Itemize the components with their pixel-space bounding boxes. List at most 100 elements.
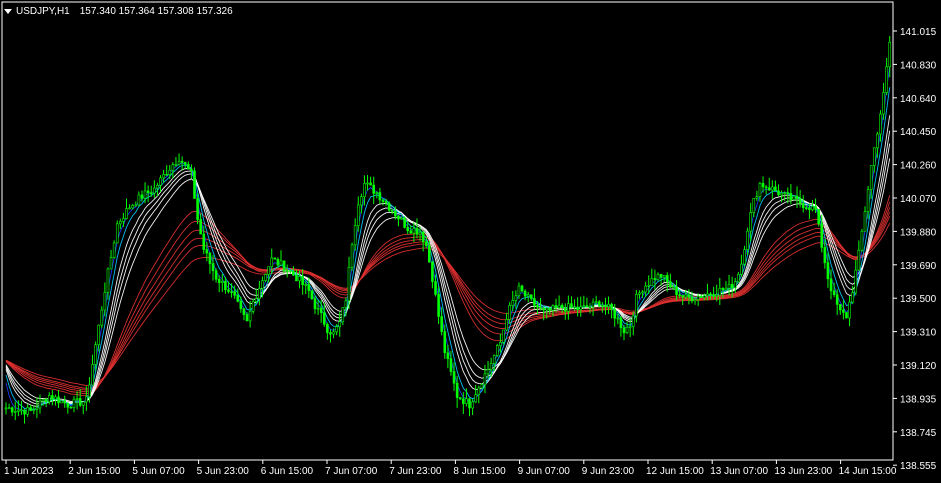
- candle-body: [221, 280, 224, 283]
- candle-body: [109, 257, 113, 270]
- candle-body: [143, 190, 147, 199]
- candle-body: [597, 301, 601, 307]
- candle-body: [78, 398, 82, 406]
- candle-body: [613, 309, 617, 319]
- candle-body: [885, 66, 888, 93]
- candle-body: [279, 260, 283, 266]
- x-tick-label: 8 Jun 15:00: [453, 466, 506, 477]
- candle-body: [687, 294, 691, 298]
- candle-body: [174, 164, 178, 166]
- candle-body: [72, 398, 76, 408]
- y-tick-label: 140.260: [900, 161, 937, 172]
- candle-body: [604, 304, 607, 307]
- chart-menu-triangle-icon[interactable]: [4, 8, 12, 14]
- candle-body: [730, 283, 734, 289]
- candle-body: [601, 304, 604, 307]
- candle-body: [363, 183, 366, 198]
- candle-body: [755, 196, 759, 199]
- candle-body: [514, 295, 518, 301]
- candle-body: [480, 384, 484, 389]
- candle-body: [777, 190, 780, 196]
- candle-body: [91, 364, 94, 386]
- candle-body: [233, 291, 236, 296]
- candle-body: [523, 290, 527, 297]
- candle-body: [326, 324, 329, 333]
- candle-body: [137, 194, 141, 206]
- candle-body: [582, 305, 586, 308]
- candle-body: [149, 192, 153, 195]
- x-tick-label: 14 Jun 15:00: [839, 466, 897, 477]
- candle-body: [588, 306, 592, 309]
- candle-body: [737, 274, 740, 282]
- candle-body: [146, 190, 150, 194]
- x-tick-label: 2 Jun 15:00: [68, 466, 121, 477]
- candle-body: [38, 400, 42, 409]
- x-tick-label: 7 Jun 07:00: [325, 466, 378, 477]
- x-tick-label: 7 Jun 23:00: [389, 466, 442, 477]
- candle-body: [557, 304, 561, 309]
- x-tick-label: 9 Jun 07:00: [518, 466, 571, 477]
- candle-body: [29, 407, 33, 411]
- candle-body: [795, 195, 799, 199]
- candle-body: [619, 317, 623, 329]
- candle-body: [267, 266, 270, 275]
- x-tick-label: 6 Jun 15:00: [261, 466, 314, 477]
- candle-body: [428, 245, 431, 263]
- candle-body: [845, 312, 848, 319]
- candle-body: [452, 371, 456, 384]
- candle-body: [520, 285, 524, 292]
- candle-body: [288, 270, 292, 272]
- candle-body: [783, 192, 786, 194]
- candle-body: [724, 287, 728, 291]
- candle-body: [675, 286, 678, 295]
- candle-body: [397, 215, 400, 220]
- candle-body: [740, 263, 743, 275]
- chart-canvas[interactable]: 141.015 140.830 140.640 140.450 140.260 140.0…: [0, 0, 941, 483]
- candle-body: [159, 177, 162, 186]
- candle-body: [57, 396, 60, 404]
- candle-body: [205, 249, 209, 254]
- candle-body: [353, 225, 357, 246]
- candle-body: [678, 294, 681, 296]
- candle-body: [180, 160, 184, 163]
- candle-body: [366, 182, 369, 185]
- x-tick-label: 12 Jun 15:00: [646, 466, 704, 477]
- price-chart[interactable]: USDJPY,H1 157.340 157.364 157.308 157.32…: [0, 0, 941, 483]
- candle-body: [431, 261, 434, 282]
- candle-body: [156, 185, 159, 189]
- candle-body: [119, 221, 122, 225]
- candle-body: [554, 305, 558, 309]
- candle-body: [465, 398, 468, 404]
- candle-body: [650, 278, 654, 286]
- candle-body: [551, 305, 555, 311]
- candle-body: [360, 196, 363, 206]
- candle-body: [434, 281, 437, 295]
- candle-body: [851, 292, 854, 303]
- candle-body: [344, 300, 348, 308]
- candle-body: [276, 258, 280, 266]
- candle-body: [869, 165, 873, 190]
- candle-body: [10, 407, 14, 413]
- candle-body: [171, 164, 175, 171]
- candle-body: [499, 341, 502, 346]
- candle-body: [696, 295, 700, 300]
- candle-body: [406, 227, 410, 232]
- candle-body: [838, 304, 842, 311]
- y-tick-label: 139.690: [900, 261, 937, 272]
- candle-body: [743, 249, 746, 265]
- candle-body: [316, 307, 320, 310]
- candle-body: [131, 204, 134, 209]
- candle-body: [511, 300, 515, 306]
- candle-body: [292, 270, 295, 276]
- candle-body: [66, 402, 70, 408]
- candle-body: [403, 217, 406, 228]
- candle-body: [631, 315, 635, 327]
- candle-body: [322, 312, 326, 325]
- candle-body: [746, 230, 749, 250]
- candle-body: [347, 266, 351, 302]
- candle-body: [656, 273, 660, 280]
- candle-body: [560, 304, 564, 309]
- candle-body: [69, 406, 73, 409]
- candle-body: [310, 290, 314, 299]
- ohlc-quote: 157.340 157.364 157.308 157.326: [79, 5, 233, 17]
